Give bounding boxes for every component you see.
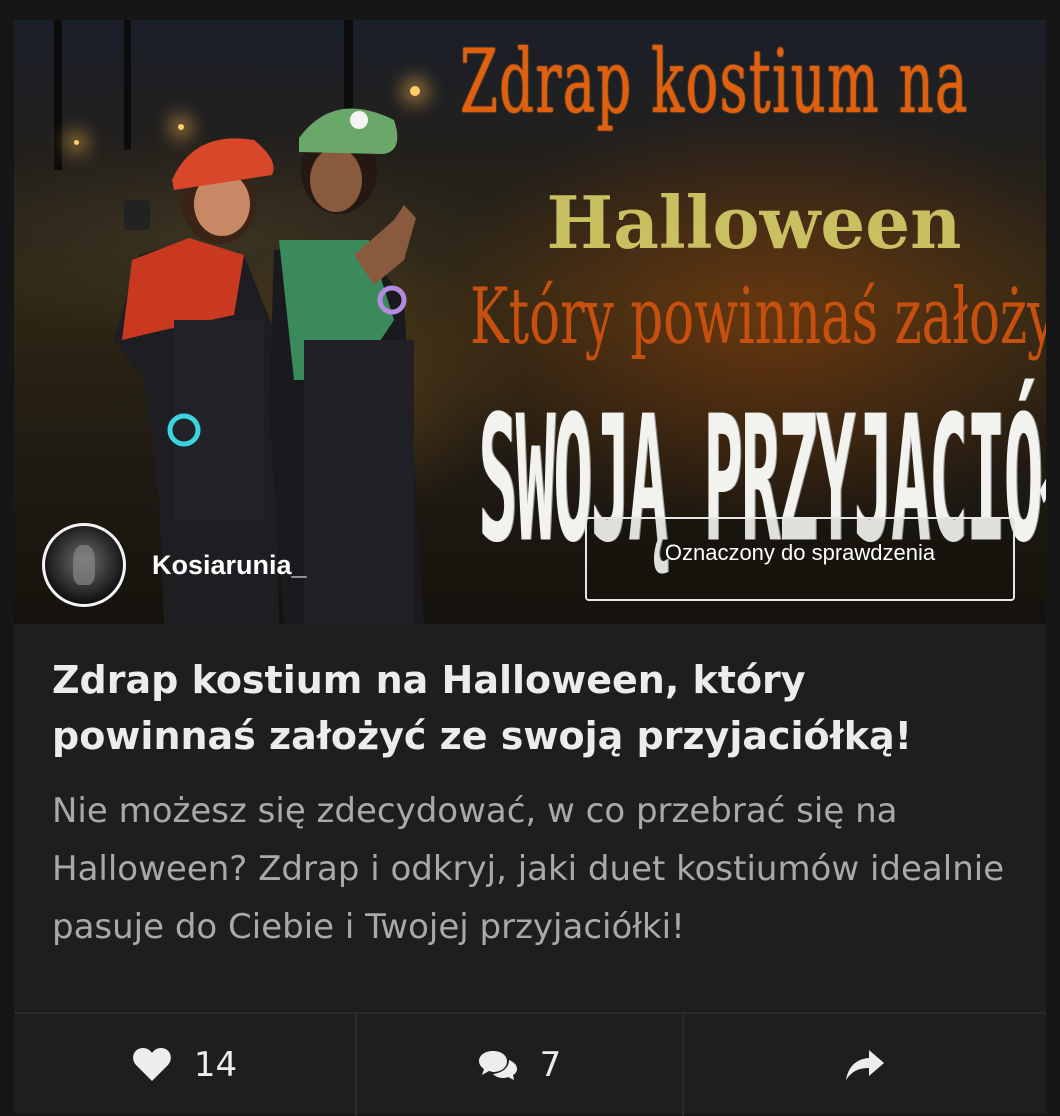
- palm-tree-silhouette: [54, 20, 62, 170]
- card-content: Zdrap kostium na Halloween, który powinn…: [14, 624, 1046, 956]
- comment-icon: [478, 1048, 518, 1082]
- share-icon: [845, 1049, 885, 1081]
- cover-image[interactable]: Zdrap kostium na Halloween Który powinna…: [14, 20, 1046, 624]
- comment-button[interactable]: 7: [357, 1014, 684, 1116]
- author-name[interactable]: Kosiarunia_: [152, 550, 307, 581]
- cover-title-line-3: Który powinnaś założyć ze: [470, 272, 1046, 362]
- post-description: Nie możesz się zdecydować, w co przebrać…: [52, 791, 1005, 947]
- cover-title-line-2: Halloween: [546, 180, 962, 265]
- avatar[interactable]: [42, 523, 126, 607]
- action-bar: 14 7: [14, 1012, 1046, 1116]
- quiz-card[interactable]: Zdrap kostium na Halloween Który powinna…: [14, 20, 1046, 1116]
- author-link[interactable]: Kosiarunia_: [42, 520, 307, 610]
- like-button[interactable]: 14: [14, 1014, 357, 1116]
- heart-icon: [132, 1047, 172, 1083]
- cover-title-line-1: Zdrap kostium na: [460, 30, 969, 133]
- review-flag-badge: Oznaczony do sprawdzenia: [585, 517, 1015, 601]
- like-count: 14: [193, 1045, 238, 1085]
- comment-count: 7: [539, 1045, 562, 1085]
- share-button[interactable]: [684, 1014, 1046, 1116]
- avatar-figure: [73, 545, 95, 585]
- post-title[interactable]: Zdrap kostium na Halloween, który powinn…: [14, 624, 1046, 764]
- street-light: [74, 140, 79, 145]
